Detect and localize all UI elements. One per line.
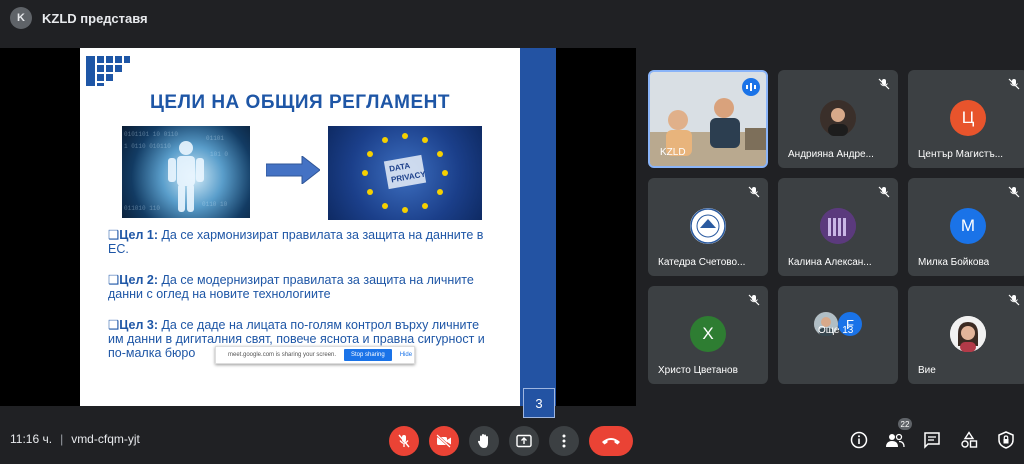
svg-text:1 0110 010110: 1 0110 010110: [124, 143, 171, 150]
mic-off-icon: [1008, 294, 1020, 306]
mic-off-icon: [878, 186, 890, 198]
mic-off-icon: [398, 434, 410, 448]
arrow-right-icon: [266, 156, 320, 184]
participant-name: Катедра Счетово...: [658, 257, 746, 268]
participant-avatar: М: [950, 208, 986, 244]
stop-sharing-button[interactable]: Stop sharing: [344, 349, 392, 361]
participant-avatar: [820, 208, 856, 244]
participant-tile[interactable]: Катедра Счетово...: [648, 178, 768, 276]
raise-hand-button[interactable]: [469, 426, 499, 456]
participant-avatar: Ц: [950, 100, 986, 136]
leave-call-button[interactable]: [589, 426, 633, 456]
hang-up-icon: [602, 438, 620, 445]
meeting-info: 11:16 ч. | vmd-cfqm-yjt: [10, 432, 140, 446]
participant-name: Милка Бойкова: [918, 257, 990, 268]
svg-text:101 0: 101 0: [210, 151, 228, 158]
mic-off-icon: [1008, 78, 1020, 90]
slide-logo-icon: [84, 54, 132, 88]
more-options-button[interactable]: [549, 426, 579, 456]
presenter-avatar: K: [10, 7, 32, 29]
top-bar: K KZLD представя: [0, 0, 1024, 36]
camera-off-icon: [436, 434, 451, 448]
speaking-indicator-icon: [742, 78, 760, 96]
svg-text:011010 110: 011010 110: [124, 205, 160, 212]
participant-tile[interactable]: М Милка Бойкова: [908, 178, 1024, 276]
slide-page-number: 3: [523, 388, 555, 418]
participant-tile[interactable]: Калина Алексан...: [778, 178, 898, 276]
meeting-details-button[interactable]: [849, 430, 869, 450]
lock-shield-icon: [998, 431, 1014, 449]
present-screen-button[interactable]: [509, 426, 539, 456]
presentation-stage[interactable]: ЦЕЛИ НА ОБЩИЯ РЕГЛАМЕНТ 0101101 10 0110 1…: [0, 48, 636, 418]
presenter-label: KZLD представя: [42, 10, 148, 26]
info-icon: [850, 431, 868, 449]
chat-icon: [924, 432, 940, 449]
bottom-bar: 11:16 ч. | vmd-cfqm-yjt 22: [0, 418, 1024, 464]
hand-icon: [477, 434, 488, 448]
hide-link[interactable]: Hide: [400, 352, 412, 358]
digital-human-image: 0101101 10 0110 1 0110 010110 01101 101 0 …: [122, 126, 250, 218]
chat-button[interactable]: [922, 430, 942, 450]
participant-tile[interactable]: Х Христо Цветанов: [648, 286, 768, 384]
participant-name: Андрияна Андре...: [788, 149, 874, 160]
people-button[interactable]: [885, 430, 905, 450]
participant-avatar: [820, 100, 856, 136]
slide: ЦЕЛИ НА ОБЩИЯ РЕГЛАМЕНТ 0101101 10 0110 1…: [80, 48, 520, 406]
camera-toggle-button[interactable]: [429, 426, 459, 456]
participant-name: Център Магистъ...: [918, 149, 1004, 160]
slide-side-panel: [520, 48, 556, 406]
more-vert-icon: [562, 434, 566, 448]
meeting-code: vmd-cfqm-yjt: [71, 432, 140, 446]
more-participants-count: Още 13: [818, 325, 854, 336]
participant-tile-more[interactable]: F Още 13: [778, 286, 898, 384]
bullet-goal-1: ❑Цел 1: Да се хармонизират правилата за …: [108, 228, 484, 256]
slide-title: ЦЕЛИ НА ОБЩИЯ РЕГЛАМЕНТ: [150, 92, 450, 113]
participant-tile-self[interactable]: Вие: [908, 286, 1024, 384]
mic-off-icon: [748, 294, 760, 306]
participant-tile[interactable]: KZLD: [648, 70, 768, 168]
mic-toggle-button[interactable]: [389, 426, 419, 456]
participant-name: KZLD: [660, 147, 686, 158]
people-icon: [886, 433, 905, 448]
mic-off-icon: [748, 186, 760, 198]
svg-text:0110 10: 0110 10: [202, 201, 228, 208]
participant-name: Вие: [918, 365, 936, 376]
activities-button[interactable]: [959, 430, 979, 450]
mic-off-icon: [878, 78, 890, 90]
participant-avatar: Х: [690, 316, 726, 352]
mic-off-icon: [1008, 186, 1020, 198]
participant-tile[interactable]: Ц Център Магистъ...: [908, 70, 1024, 168]
participant-tile[interactable]: Андрияна Андре...: [778, 70, 898, 168]
share-notice-text: meet.google.com is sharing your screen.: [228, 352, 337, 358]
participant-avatar: [950, 316, 986, 352]
participant-name: Калина Алексан...: [788, 257, 872, 268]
eu-data-privacy-image: DATA PRIVACY: [328, 126, 482, 220]
svg-text:0101101 10 0110: 0101101 10 0110: [124, 131, 178, 138]
host-controls-button[interactable]: [996, 430, 1016, 450]
bullet-goal-2: ❑Цел 2: Да се модернизират правилата за …: [108, 273, 474, 301]
svg-text:01101: 01101: [206, 135, 224, 142]
shapes-icon: [961, 431, 978, 448]
department-logo-icon: [690, 208, 726, 244]
separator: |: [60, 432, 64, 446]
present-screen-icon: [516, 434, 532, 448]
clock: 11:16 ч.: [10, 432, 53, 446]
participants-count-badge: 22: [898, 418, 912, 430]
participant-avatar: [690, 208, 726, 244]
participant-name: Христо Цветанов: [658, 365, 738, 376]
screen-share-notice: meet.google.com is sharing your screen. …: [215, 346, 415, 364]
